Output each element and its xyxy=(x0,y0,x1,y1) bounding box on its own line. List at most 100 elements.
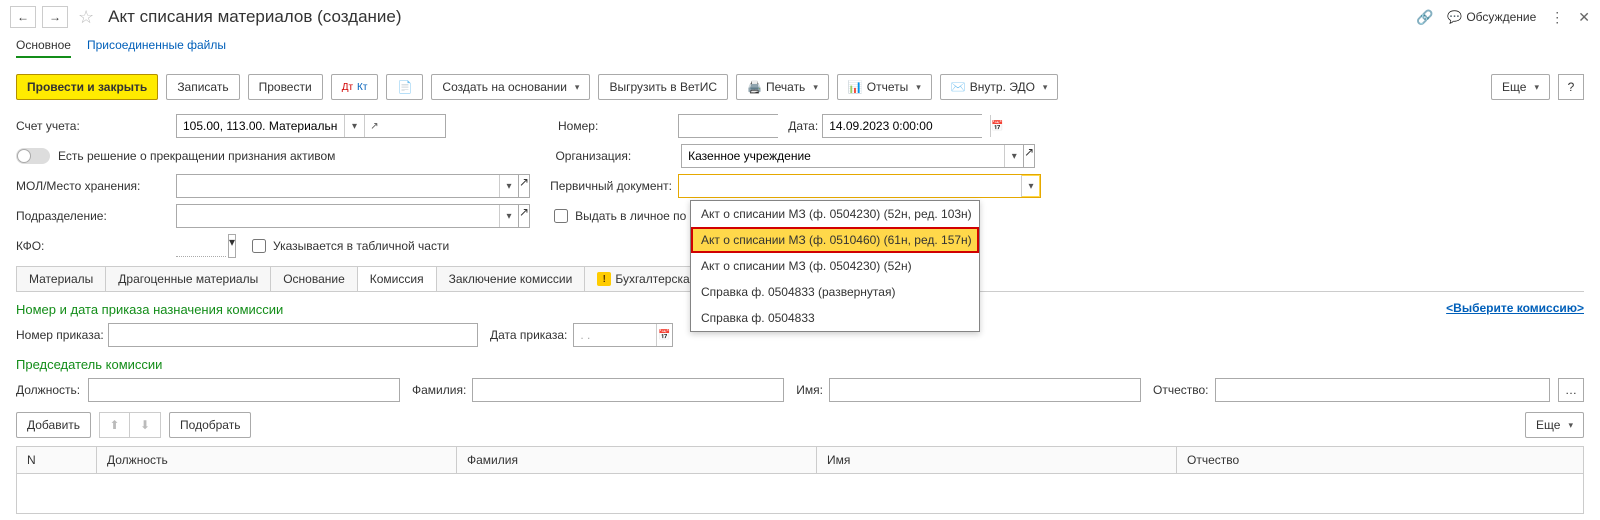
dropdown-item-selected[interactable]: Акт о списании МЗ (ф. 0510460) (61н, ред… xyxy=(691,227,979,253)
dropdown-item[interactable]: Справка ф. 0504833 (развернутая) xyxy=(691,279,979,305)
position-field[interactable] xyxy=(88,378,400,402)
doc-list-button[interactable]: 📄 xyxy=(386,74,423,100)
order-no-field[interactable] xyxy=(108,323,478,347)
name-field[interactable] xyxy=(829,378,1141,402)
tab-basis[interactable]: Основание xyxy=(270,266,358,291)
surname-field[interactable] xyxy=(472,378,784,402)
date-label: Дата: xyxy=(788,119,818,133)
select-button[interactable]: Подобрать xyxy=(169,412,251,438)
chair-section-title: Председатель комиссии xyxy=(16,357,1584,372)
kebab-icon[interactable]: ⋮ xyxy=(1550,9,1564,26)
surname-input[interactable] xyxy=(473,379,783,401)
kfo-field[interactable] xyxy=(176,235,226,257)
open-icon[interactable]: ↗ xyxy=(518,174,530,198)
open-icon[interactable]: ↗ xyxy=(518,204,530,228)
nav-back-button[interactable]: ← xyxy=(10,6,36,28)
chevron-down-icon[interactable]: ▾ xyxy=(344,115,364,137)
account-label: Счет учета: xyxy=(16,119,176,133)
commission-table-body xyxy=(16,474,1584,514)
mail-icon: ✉️ xyxy=(951,80,966,94)
commission-table-header: N Должность Фамилия Имя Отчество xyxy=(16,446,1584,474)
date-field[interactable]: 📅 xyxy=(822,114,982,138)
patronymic-field[interactable] xyxy=(1215,378,1550,402)
dropdown-item[interactable]: Акт о списании МЗ (ф. 0504230) (52н) xyxy=(691,253,979,279)
dtkt-button[interactable]: ДтКт xyxy=(331,74,379,100)
create-based-button[interactable]: Создать на основании xyxy=(431,74,590,100)
org-field[interactable]: ▾ xyxy=(681,144,1024,168)
tab-materials[interactable]: Материалы xyxy=(16,266,106,291)
order-date-input[interactable] xyxy=(574,324,656,346)
close-icon[interactable]: ✕ xyxy=(1578,9,1590,26)
link-icon[interactable]: 🔗 xyxy=(1416,9,1433,26)
star-icon[interactable]: ☆ xyxy=(78,7,94,28)
account-field[interactable]: ▾ ↗ xyxy=(176,114,446,138)
primary-doc-input[interactable] xyxy=(679,175,1021,197)
chevron-down-icon[interactable]: ▾ xyxy=(499,175,518,197)
open-icon[interactable]: ↗ xyxy=(364,115,384,137)
mol-field[interactable]: ▾ xyxy=(176,174,519,198)
post-button[interactable]: Провести xyxy=(248,74,323,100)
navtab-main[interactable]: Основное xyxy=(16,38,71,58)
move-up-button[interactable]: ⬆ xyxy=(100,413,130,437)
order-date-field[interactable]: 📅 xyxy=(573,323,673,347)
open-icon[interactable]: ↗ xyxy=(1023,144,1035,168)
th-n: N xyxy=(17,447,97,473)
intable-checkbox[interactable]: Указывается в табличной части xyxy=(248,236,449,256)
more-button[interactable]: Еще xyxy=(1491,74,1550,100)
personal-checkbox-input[interactable] xyxy=(554,209,568,223)
th-position: Должность xyxy=(97,447,457,473)
post-close-button[interactable]: Провести и закрыть xyxy=(16,74,158,100)
subdiv-field[interactable]: ▾ xyxy=(176,204,519,228)
chat-icon: 💬 xyxy=(1447,10,1462,24)
table-more-button[interactable]: Еще xyxy=(1525,412,1584,438)
print-button[interactable]: 🖨️Печать xyxy=(736,74,829,100)
primary-doc-field[interactable]: ▾ xyxy=(678,174,1041,198)
personal-checkbox[interactable]: Выдать в личное по xyxy=(550,206,686,226)
navtab-files[interactable]: Присоединенные файлы xyxy=(87,38,226,58)
chevron-down-icon[interactable]: ▾ xyxy=(1021,175,1040,197)
account-input[interactable] xyxy=(177,115,344,137)
intable-checkbox-input[interactable] xyxy=(252,239,266,253)
org-label: Организация: xyxy=(555,149,631,163)
kfo-label: КФО: xyxy=(16,239,176,253)
decision-toggle[interactable] xyxy=(16,148,50,164)
intable-label: Указывается в табличной части xyxy=(273,239,449,253)
position-input[interactable] xyxy=(89,379,399,401)
chevron-down-icon[interactable]: ▾ xyxy=(228,234,236,258)
tab-conclusion[interactable]: Заключение комиссии xyxy=(436,266,586,291)
calendar-icon[interactable]: 📅 xyxy=(656,324,672,346)
name-input[interactable] xyxy=(830,379,1140,401)
th-surname: Фамилия xyxy=(457,447,817,473)
date-input[interactable] xyxy=(823,115,990,137)
personal-label: Выдать в личное по xyxy=(575,209,686,223)
patronymic-input[interactable] xyxy=(1216,379,1549,401)
move-down-button[interactable]: ⬇ xyxy=(130,413,160,437)
help-button[interactable]: ? xyxy=(1558,74,1584,100)
nav-forward-button[interactable]: → xyxy=(42,6,68,28)
export-vetis-button[interactable]: Выгрузить в ВетИС xyxy=(598,74,728,100)
primary-doc-dropdown: Акт о списании МЗ (ф. 0504230) (52н, ред… xyxy=(690,200,980,332)
number-field[interactable] xyxy=(678,114,778,138)
tab-precious[interactable]: Драгоценные материалы xyxy=(105,266,271,291)
discuss-button[interactable]: 💬 Обсуждение xyxy=(1447,10,1536,24)
add-button[interactable]: Добавить xyxy=(16,412,91,438)
calendar-icon[interactable]: 📅 xyxy=(990,115,1003,137)
order-section-title: Номер и дата приказа назначения комиссии xyxy=(16,302,283,317)
org-input[interactable] xyxy=(682,145,1004,167)
tab-commission[interactable]: Комиссия xyxy=(357,266,437,291)
mol-input[interactable] xyxy=(177,175,499,197)
edo-button[interactable]: ✉️Внутр. ЭДО xyxy=(940,74,1059,100)
reports-button[interactable]: 📊Отчеты xyxy=(837,74,932,100)
ellipsis-button[interactable]: … xyxy=(1558,378,1584,402)
dropdown-item[interactable]: Справка ф. 0504833 xyxy=(691,305,979,331)
order-date-label: Дата приказа: xyxy=(490,328,567,342)
chevron-down-icon[interactable]: ▾ xyxy=(1004,145,1023,167)
page-title: Акт списания материалов (создание) xyxy=(108,7,401,27)
decision-label: Есть решение о прекращении признания акт… xyxy=(58,149,335,163)
select-commission-link[interactable]: <Выберите комиссию> xyxy=(1446,301,1584,315)
order-no-input[interactable] xyxy=(109,324,477,346)
save-button[interactable]: Записать xyxy=(166,74,239,100)
subdiv-input[interactable] xyxy=(177,205,499,227)
dropdown-item[interactable]: Акт о списании МЗ (ф. 0504230) (52н, ред… xyxy=(691,201,979,227)
chevron-down-icon[interactable]: ▾ xyxy=(499,205,518,227)
